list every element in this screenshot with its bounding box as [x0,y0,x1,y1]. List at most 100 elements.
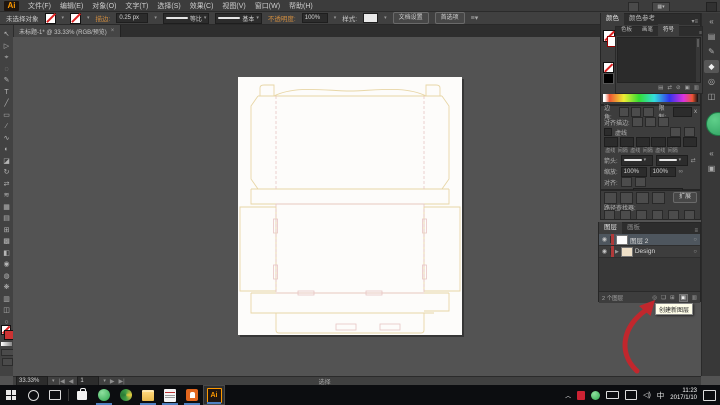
start-button[interactable] [0,385,22,405]
pen-tool-icon[interactable]: ✎ [0,75,13,87]
cortana-button[interactable] [22,385,44,405]
gap-input-3[interactable] [683,137,697,147]
perspective-grid-tool-icon[interactable]: ⊞ [0,225,13,237]
volume-icon[interactable]: ◁) [643,391,651,399]
artboard[interactable] [238,77,462,335]
arrow-align-tip-icon[interactable] [621,177,632,187]
bevel-join-icon[interactable] [643,107,653,117]
panel-menu-icon[interactable]: ▾≡ [691,18,700,25]
symbols-list[interactable] [617,37,701,83]
action-center-icon[interactable] [703,390,716,401]
libraries-panel-icon[interactable]: ▣ [704,162,719,175]
gradient-tool-icon[interactable]: ◧ [0,248,13,260]
layer-row-1[interactable]: ◉ 图层 2 ○ [599,234,700,246]
document-tab[interactable]: 未标题-1* @ 33.33% (RGB/预览) × [13,25,121,37]
zoom-caret-icon[interactable]: ▾ [52,378,55,384]
stroke-width-caret-icon[interactable]: ▾ [154,15,157,21]
opacity-caret-icon[interactable]: ▾ [334,15,337,21]
layers-panel-menu-icon[interactable]: ≡ [694,228,700,234]
place-symbol-icon[interactable]: ⇄ [667,85,672,91]
swatches-panel-icon[interactable]: ▤ [704,30,719,43]
stroke-width-input[interactable]: 0.25 px [116,13,148,23]
brush-definition-dropdown[interactable]: 基本▾ [215,13,262,24]
divide-icon[interactable] [604,210,615,220]
bridge-icon[interactable] [628,2,639,12]
illustrator-taskbar-icon[interactable]: Ai [203,385,225,405]
mesh-tool-icon[interactable]: ▩ [0,236,13,248]
break-link-icon[interactable]: ⊘ [676,85,681,91]
line-segment-tool-icon[interactable]: ╱ [0,98,13,110]
tray-red-app-icon[interactable] [577,391,585,400]
intersect-icon[interactable] [636,192,649,204]
expand-button[interactable]: 扩展 [673,192,697,203]
layer-name[interactable]: 图层 2 [630,235,648,245]
layer-row-2[interactable]: ◉ ▶ Design ○ [599,246,700,258]
tab-layers[interactable]: 图层 [599,222,622,234]
width-profile-dropdown[interactable]: 等比▾ [163,13,210,24]
outline-icon[interactable] [668,210,679,220]
file-explorer-icon[interactable] [137,385,159,405]
arrow-scale-start-input[interactable]: 100% [621,167,647,177]
align-inside-icon[interactable] [645,117,656,127]
gap-input-1[interactable] [620,137,634,147]
fill-caret-icon[interactable]: ▾ [62,15,65,21]
ime-indicator[interactable]: 中 [657,390,665,401]
transparency-panel-icon[interactable]: ◎ [704,75,719,88]
artboard-tool-icon[interactable]: ◫ [0,305,13,317]
rotate-tool-icon[interactable]: ↻ [0,167,13,179]
style-caret-icon[interactable]: ▾ [384,15,387,21]
color-mode-buttons[interactable] [1,342,12,346]
link-scale-icon[interactable]: ∞ [679,169,683,175]
expand-layer-icon[interactable]: ▶ [615,249,619,255]
document-setup-button[interactable]: 文档设置 [393,12,429,24]
target-circle-icon[interactable]: ○ [693,237,697,243]
merge-icon[interactable] [636,210,647,220]
last-artboard-icon[interactable]: ▶| [118,378,124,385]
menu-type[interactable]: 文字(T) [125,1,148,11]
menu-file[interactable]: 文件(F) [28,1,51,11]
trim-icon[interactable] [620,210,631,220]
document-app-icon[interactable] [159,385,181,405]
style-swatch[interactable] [363,13,378,23]
tab-symbols[interactable]: 符号 [658,24,679,36]
stroke-label[interactable]: 描边: [96,13,111,23]
workspace-switcher-icon[interactable]: ▦▾ [652,2,670,12]
color-spectrum-bar[interactable] [603,94,698,102]
arrow-end-dropdown[interactable]: ▾ [656,155,688,166]
layer-name[interactable]: Design [635,248,655,255]
dash-align-icon[interactable] [684,127,695,137]
tab-brushes[interactable]: 画笔 [637,24,658,36]
app-logo[interactable]: Ai [4,1,19,11]
miter-join-icon[interactable] [619,107,629,117]
blend-tool-icon[interactable]: ◍ [0,271,13,283]
task-view-button[interactable] [44,385,66,405]
black-swatch[interactable] [603,73,614,84]
clock[interactable]: 11:23 2017/1/10 [670,388,697,403]
blob-brush-tool-icon[interactable]: ◐ [0,144,13,156]
menu-window[interactable]: 窗口(W) [255,1,280,11]
next-artboard-icon[interactable]: ▶ [110,378,115,385]
dash-preserve-icon[interactable] [670,127,681,137]
swap-arrows-icon[interactable]: ⇄ [691,157,696,164]
scale-tool-icon[interactable]: ⇄ [0,179,13,191]
align-center-icon[interactable] [632,117,643,127]
lasso-tool-icon[interactable]: ◌ [0,64,13,76]
visibility-eye-icon[interactable]: ◉ [599,236,611,243]
globe-browser-icon[interactable] [115,385,137,405]
brushes-panel-icon[interactable]: ✎ [704,45,719,58]
store-icon[interactable] [71,385,93,405]
arrow-start-dropdown[interactable]: ▾ [621,155,653,166]
screen-mode-button[interactable] [2,358,13,366]
target-circle-icon[interactable]: ○ [693,249,697,255]
canvas-area[interactable] [13,37,701,376]
dash-input-3[interactable] [667,137,681,147]
prev-artboard-icon[interactable]: ◀ [69,378,74,385]
shape-builder-tool-icon[interactable]: ▤ [0,213,13,225]
menu-object[interactable]: 对象(O) [92,1,116,11]
magic-wand-tool-icon[interactable]: ⌖ [0,52,13,64]
collapse-panels-icon[interactable]: « [704,15,719,28]
align-outside-icon[interactable] [658,117,669,127]
menu-view[interactable]: 视图(V) [222,1,245,11]
menu-help[interactable]: 帮助(H) [289,1,313,11]
symbol-libraries-icon[interactable]: ▤ [658,85,663,91]
